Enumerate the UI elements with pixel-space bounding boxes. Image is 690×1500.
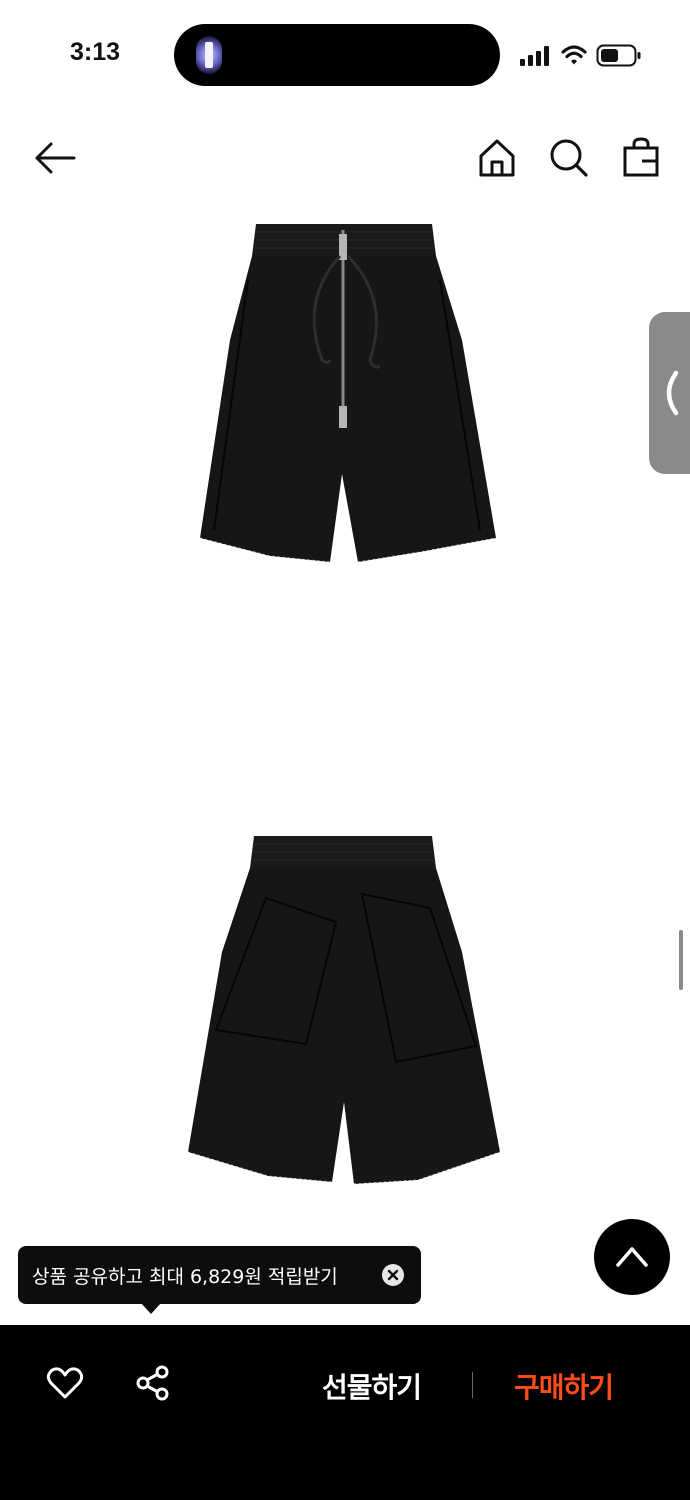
home-icon[interactable] — [478, 138, 516, 178]
tooltip-arrow — [141, 1303, 161, 1314]
tooltip-text: 상품 공유하고 최대 6,829원 적립받기 — [32, 1266, 338, 1288]
chevron-up-icon — [616, 1247, 648, 1267]
divider — [472, 1372, 473, 1398]
bottom-action-bar — [0, 1325, 690, 1500]
status-time: 3:13 — [70, 38, 121, 66]
back-arrow-icon[interactable] — [34, 140, 76, 176]
close-icon — [387, 1269, 399, 1281]
tooltip-close-button[interactable] — [382, 1264, 404, 1286]
shopping-bag-icon[interactable] — [622, 136, 660, 178]
gift-button[interactable]: 선물하기 — [322, 1366, 422, 1406]
battery-icon — [596, 44, 641, 67]
product-image-front — [199, 224, 497, 563]
wifi-icon — [561, 45, 587, 65]
chevron-left-icon — [666, 370, 679, 416]
scroll-indicator — [679, 930, 683, 990]
share-icon[interactable] — [134, 1364, 172, 1402]
flashlight-glyph — [205, 42, 213, 68]
search-icon[interactable] — [549, 138, 589, 178]
buy-button[interactable]: 구매하기 — [514, 1366, 614, 1406]
product-image-back — [187, 836, 501, 1185]
scroll-to-top-button[interactable] — [594, 1219, 670, 1295]
dynamic-island — [174, 24, 500, 86]
signal-icon — [520, 46, 549, 66]
heart-icon[interactable] — [46, 1366, 84, 1400]
